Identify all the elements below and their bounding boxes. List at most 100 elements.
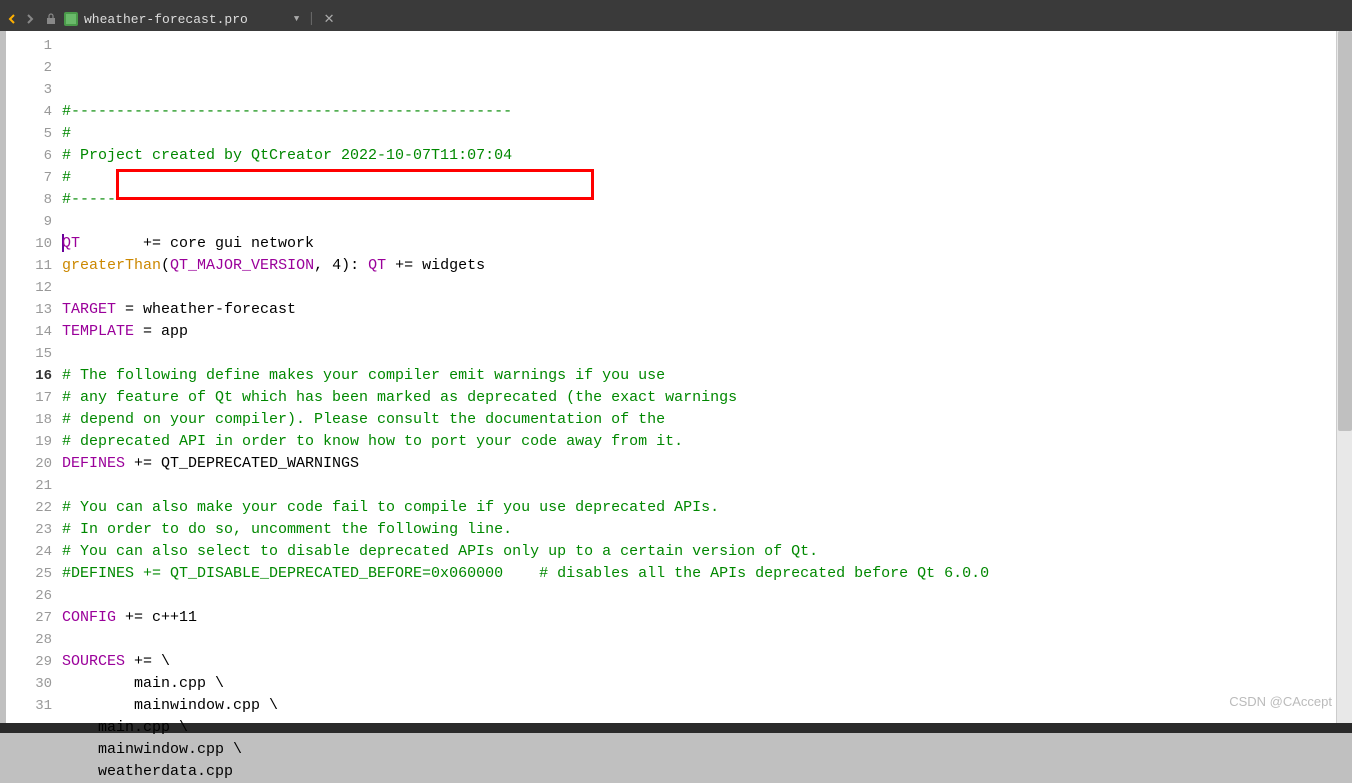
code-line[interactable]: greaterThan(QT_MAJOR_VERSION, 4): QT += … xyxy=(60,255,1336,277)
code-token: += core gui network xyxy=(80,235,314,252)
code-line[interactable] xyxy=(60,343,1336,365)
code-token: # The following define makes your compil… xyxy=(62,367,665,384)
line-number[interactable]: 3 xyxy=(6,79,52,101)
code-line[interactable]: main.cpp \ xyxy=(60,673,1336,695)
code-line[interactable] xyxy=(60,629,1336,651)
code-line[interactable]: SOURCES += \ xyxy=(60,651,1336,673)
code-token: mainwindow.cpp \ xyxy=(62,741,242,758)
menu-bar[interactable] xyxy=(0,0,1352,7)
line-number[interactable]: 25 xyxy=(6,563,52,585)
line-number[interactable]: 14 xyxy=(6,321,52,343)
code-line[interactable] xyxy=(60,585,1336,607)
line-number[interactable]: 12 xyxy=(6,277,52,299)
code-line[interactable]: #DEFINES += QT_DISABLE_DEPRECATED_BEFORE… xyxy=(60,563,1336,585)
line-number[interactable]: 16 xyxy=(6,365,52,387)
line-number[interactable]: 4 xyxy=(6,101,52,123)
code-line[interactable] xyxy=(60,475,1336,497)
line-number[interactable]: 18 xyxy=(6,409,52,431)
code-token: main.cpp \ xyxy=(62,675,224,692)
nav-forward-button[interactable] xyxy=(22,11,38,27)
line-number[interactable]: 7 xyxy=(6,167,52,189)
line-number[interactable]: 27 xyxy=(6,607,52,629)
code-line[interactable]: mainwindow.cpp \ xyxy=(60,739,1336,761)
code-token: #---------------------------------------… xyxy=(62,191,512,208)
code-token: QT xyxy=(62,235,80,252)
code-token: # xyxy=(62,125,71,142)
line-number[interactable]: 23 xyxy=(6,519,52,541)
line-number-gutter[interactable]: 1234567891011121314151617181920212223242… xyxy=(6,31,60,723)
code-line[interactable]: mainwindow.cpp \ xyxy=(60,695,1336,717)
code-token: # You can also select to disable depreca… xyxy=(62,543,818,560)
watermark-text: CSDN @CAccept xyxy=(1229,694,1332,709)
code-token: QT xyxy=(368,257,386,274)
code-token: += c++11 xyxy=(116,609,197,626)
code-token: weatherdata.cpp xyxy=(62,763,233,780)
code-token: #---------------------------------------… xyxy=(62,103,512,120)
code-token: ( xyxy=(161,257,170,274)
code-token: # depend on your compiler). Please consu… xyxy=(62,411,665,428)
code-token: # You can also make your code fail to co… xyxy=(62,499,719,516)
tab-divider: | xyxy=(307,11,315,27)
code-token: main.cpp \ xyxy=(62,719,188,736)
code-line[interactable]: # You can also make your code fail to co… xyxy=(60,497,1336,519)
code-token: SOURCES xyxy=(62,653,125,670)
code-line[interactable] xyxy=(60,277,1336,299)
code-line[interactable]: # The following define makes your compil… xyxy=(60,365,1336,387)
code-line[interactable]: # xyxy=(60,167,1336,189)
line-number[interactable]: 20 xyxy=(6,453,52,475)
code-token: #DEFINES += QT_DISABLE_DEPRECATED_BEFORE… xyxy=(62,565,989,582)
code-line[interactable] xyxy=(60,211,1336,233)
nav-arrows xyxy=(4,11,38,27)
tab-close-button[interactable]: ✕ xyxy=(324,12,335,27)
line-number[interactable]: 24 xyxy=(6,541,52,563)
line-number[interactable]: 11 xyxy=(6,255,52,277)
vertical-scrollbar[interactable] xyxy=(1336,31,1352,723)
line-number[interactable]: 5 xyxy=(6,123,52,145)
code-line[interactable]: # any feature of Qt which has been marke… xyxy=(60,387,1336,409)
code-line[interactable]: # You can also select to disable depreca… xyxy=(60,541,1336,563)
line-number[interactable]: 2 xyxy=(6,57,52,79)
code-line[interactable]: # depend on your compiler). Please consu… xyxy=(60,409,1336,431)
line-number[interactable]: 22 xyxy=(6,497,52,519)
line-number[interactable]: 21 xyxy=(6,475,52,497)
tab-dropdown-icon[interactable]: ▼ xyxy=(294,14,299,24)
code-token: += \ xyxy=(125,653,170,670)
nav-back-button[interactable] xyxy=(4,11,20,27)
line-number[interactable]: 6 xyxy=(6,145,52,167)
code-line[interactable]: CONFIG += c++11 xyxy=(60,607,1336,629)
line-number[interactable]: 28 xyxy=(6,629,52,651)
code-line[interactable]: # deprecated API in order to know how to… xyxy=(60,431,1336,453)
code-line[interactable]: TARGET = wheather-forecast xyxy=(60,299,1336,321)
code-line[interactable]: weatherdata.cpp xyxy=(60,761,1336,783)
line-number[interactable]: 10 xyxy=(6,233,52,255)
code-line[interactable]: #---------------------------------------… xyxy=(60,189,1336,211)
code-line[interactable]: # In order to do so, uncomment the follo… xyxy=(60,519,1336,541)
editor: 1234567891011121314151617181920212223242… xyxy=(0,31,1352,723)
scrollbar-thumb[interactable] xyxy=(1338,31,1352,431)
line-number[interactable]: 13 xyxy=(6,299,52,321)
code-line[interactable]: #---------------------------------------… xyxy=(60,101,1336,123)
tab-filename[interactable]: wheather-forecast.pro xyxy=(84,12,248,27)
code-token: # xyxy=(62,169,71,186)
line-number[interactable]: 1 xyxy=(6,35,52,57)
code-token: # deprecated API in order to know how to… xyxy=(62,433,683,450)
code-area[interactable]: #---------------------------------------… xyxy=(60,31,1336,723)
code-line[interactable]: TEMPLATE = app xyxy=(60,321,1336,343)
code-token: , 4): xyxy=(314,257,368,274)
code-token: greaterThan xyxy=(62,257,161,274)
line-number[interactable]: 9 xyxy=(6,211,52,233)
line-number[interactable]: 8 xyxy=(6,189,52,211)
code-line[interactable]: DEFINES += QT_DEPRECATED_WARNINGS xyxy=(60,453,1336,475)
line-number[interactable]: 17 xyxy=(6,387,52,409)
line-number[interactable]: 15 xyxy=(6,343,52,365)
line-number[interactable]: 26 xyxy=(6,585,52,607)
line-number[interactable]: 30 xyxy=(6,673,52,695)
code-line[interactable]: # Project created by QtCreator 2022-10-0… xyxy=(60,145,1336,167)
line-number[interactable]: 19 xyxy=(6,431,52,453)
code-line[interactable]: # xyxy=(60,123,1336,145)
code-line[interactable]: main.cpp \ xyxy=(60,717,1336,739)
code-line[interactable]: QT += core gui network xyxy=(60,233,1336,255)
line-number[interactable]: 29 xyxy=(6,651,52,673)
line-number[interactable]: 31 xyxy=(6,695,52,717)
code-token: = wheather-forecast xyxy=(116,301,296,318)
